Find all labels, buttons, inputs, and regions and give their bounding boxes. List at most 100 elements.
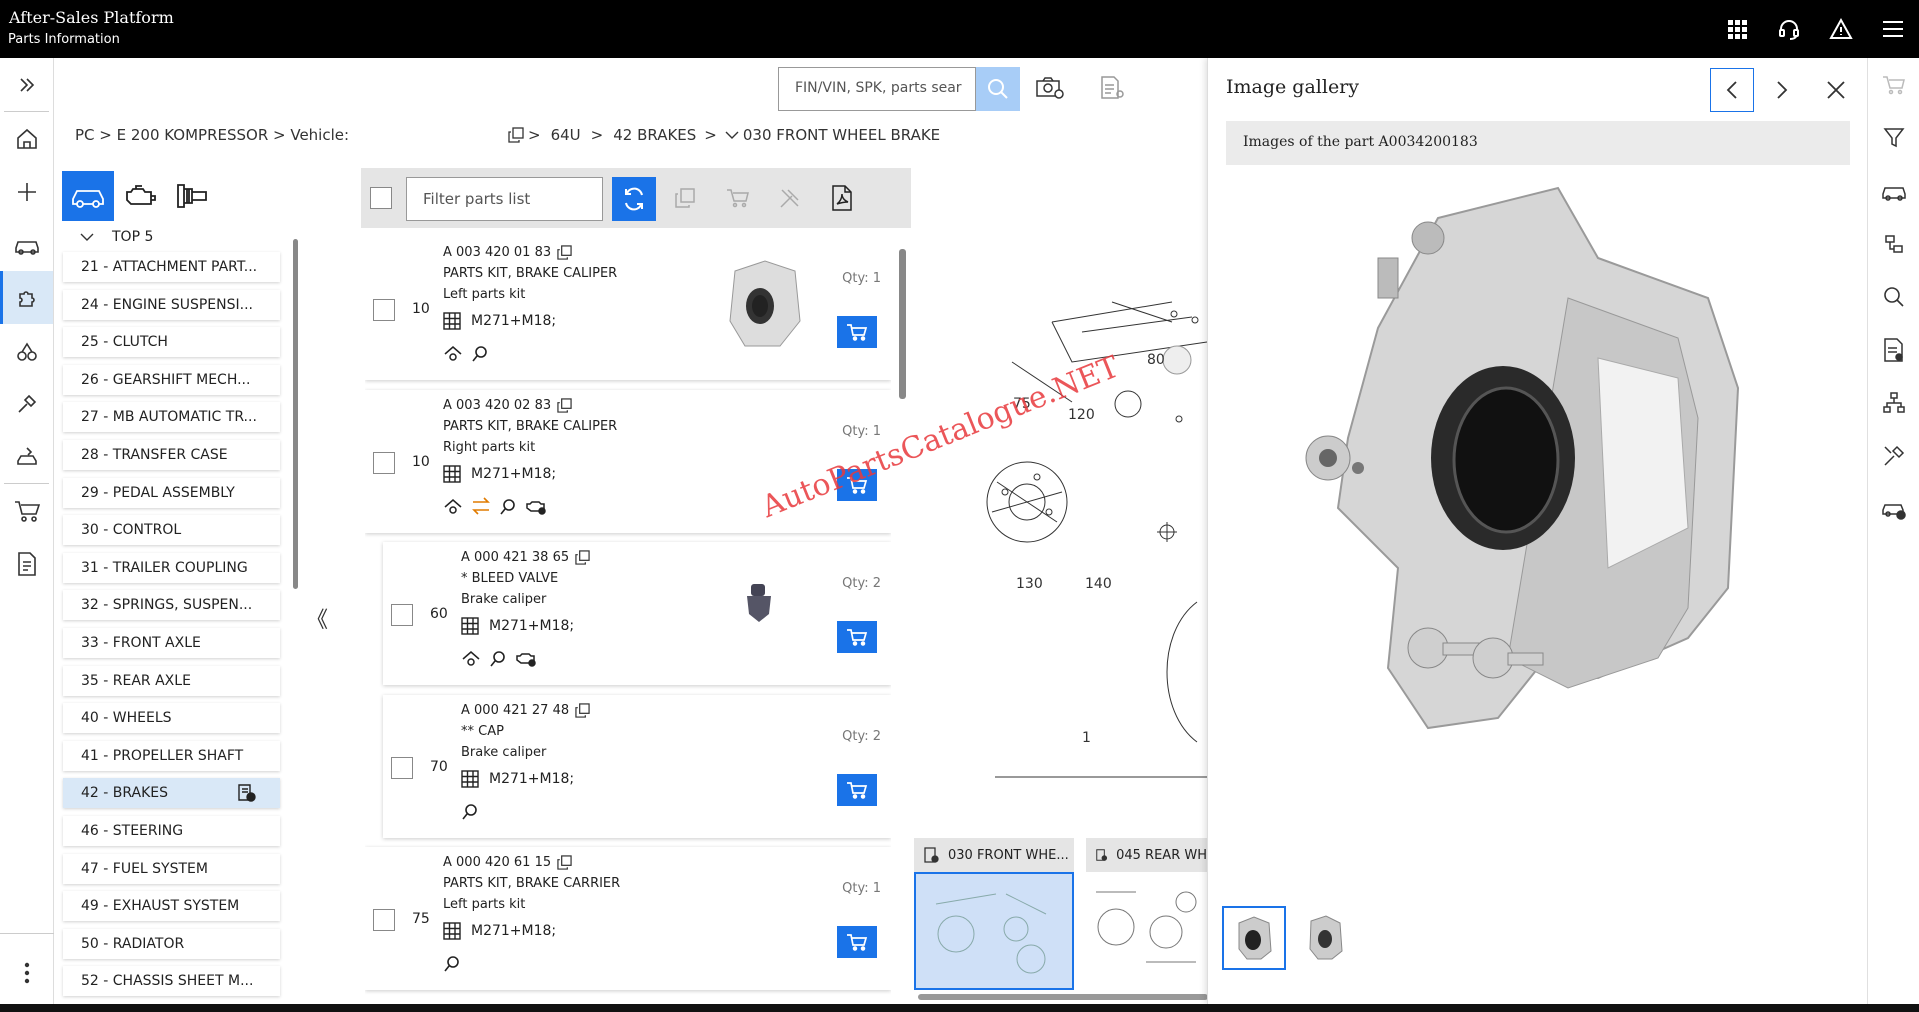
transmission-mode-icon[interactable] [166,171,218,221]
document-icon[interactable] [0,537,53,590]
diagram-callout[interactable]: 80 [1147,352,1165,368]
part-checkbox[interactable] [373,909,395,931]
vehicle-mode-icon[interactable] [62,171,114,221]
breadcrumb-group[interactable]: 42 BRAKES [613,126,696,144]
group-item[interactable]: 47 - FUEL SYSTEM [63,853,280,884]
diagram-callout[interactable]: 1 [1082,730,1091,746]
chevron-down-icon[interactable] [725,130,739,140]
copy-icon[interactable] [575,703,590,718]
document-view-icon[interactable] [238,784,256,803]
filter-parts-input[interactable]: Filter parts list [406,177,603,221]
add-to-cart-button[interactable] [837,316,877,348]
breadcrumb[interactable]: PC > E 200 KOMPRESSOR > Vehicle: [75,126,349,144]
group-item[interactable]: 52 - CHASSIS SHEET M... [63,966,280,997]
filter-icon[interactable] [1868,111,1919,164]
top-5-header[interactable]: TOP 5 [62,222,280,252]
brake-caliper-image[interactable] [1268,178,1788,778]
add-to-cart-button[interactable] [837,774,877,806]
group-item[interactable]: 42 - BRAKES [63,778,280,809]
group-item[interactable]: 33 - FRONT AXLE [63,627,280,658]
parts-detail-icon[interactable] [443,497,463,517]
gallery-thumbnail[interactable] [1292,906,1356,970]
copy-icon[interactable] [508,127,524,143]
tools-icon[interactable] [0,377,53,430]
previous-image-button[interactable] [1710,68,1754,112]
copy-icon[interactable] [557,855,572,870]
part-row[interactable]: 70 A 000 421 27 48 ** CAP Brake caliper … [383,695,891,838]
group-item[interactable]: 50 - RADIATOR [63,928,280,959]
swap-arrows-icon[interactable] [471,497,491,517]
engine-parts-icon[interactable] [0,324,53,377]
group-item[interactable]: 29 - PEDAL ASSEMBLY [63,477,280,508]
exploded-diagram[interactable]: 80 75 120 130 140 1 [912,232,1207,832]
home-icon[interactable] [0,112,53,165]
part-row[interactable]: 10 A 003 420 02 83 PARTS KIT, BRAKE CALI… [365,390,891,533]
part-row[interactable]: 60 A 000 421 38 65 * BLEED VALVE Brake c… [383,542,891,685]
group-item[interactable]: 26 - GEARSHIFT MECH... [63,364,280,395]
collapse-panel-icon[interactable]: 《 [306,602,328,634]
close-gallery-button[interactable] [1814,68,1858,112]
camera-search-icon[interactable] [1036,76,1064,100]
cart-disabled-icon[interactable] [726,188,750,208]
search-part-icon[interactable] [499,497,517,517]
parts-detail-icon[interactable] [443,344,463,364]
group-item[interactable]: 31 - TRAILER COUPLING [63,552,280,583]
part-row[interactable]: 75 A 000 420 61 15 PARTS KIT, BRAKE CARR… [365,847,891,990]
tab-rear-wheel-brake[interactable]: 045 REAR WH [1086,838,1207,872]
copy-icon[interactable] [557,398,572,413]
add-icon[interactable] [0,165,53,218]
diagram-callout[interactable]: 120 [1068,407,1095,423]
part-thumbnail[interactable] [741,582,777,626]
pdf-icon[interactable] [831,185,853,211]
document-search-icon[interactable] [1100,76,1126,100]
copy-disabled-icon[interactable] [674,187,696,209]
wis-document-icon[interactable] [1868,323,1919,376]
part-thumbnail[interactable] [715,251,815,361]
add-to-cart-button[interactable] [837,926,877,958]
engine-info-icon[interactable] [525,497,547,517]
search-part-icon[interactable] [443,954,461,972]
cart-icon[interactable] [0,484,53,537]
breadcrumb-tail[interactable]: >64U >42 BRAKES > 030 FRONT WHEEL BRAKE [508,126,940,144]
part-checkbox[interactable] [391,757,413,779]
group-item[interactable]: 27 - MB AUTOMATIC TR... [63,402,280,433]
engine-mode-icon[interactable] [114,171,166,221]
diagram-thumbnail-rear[interactable] [1086,872,1207,990]
search-button[interactable] [976,67,1020,111]
vehicle-settings-icon[interactable] [1868,482,1919,535]
select-all-checkbox[interactable] [370,187,392,209]
group-item[interactable]: 46 - STEERING [63,815,280,846]
wrench-vehicle-icon[interactable] [0,430,53,483]
add-to-cart-button[interactable] [837,621,877,653]
group-item[interactable]: 32 - SPRINGS, SUSPEN... [63,590,280,621]
group-item[interactable]: 24 - ENGINE SUSPENSI... [63,289,280,320]
apps-grid-icon[interactable] [1711,19,1763,39]
group-item[interactable]: 21 - ATTACHMENT PART... [63,252,280,282]
tab-front-wheel-brake[interactable]: 030 FRONT WHE... [914,838,1074,872]
search-icon[interactable] [1868,270,1919,323]
parts-detail-icon[interactable] [461,649,481,669]
repair-tools-icon[interactable] [1868,429,1919,482]
refresh-button[interactable] [612,177,656,221]
vehicle-icon[interactable] [0,218,53,271]
copy-icon[interactable] [557,245,572,260]
search-part-icon[interactable] [489,649,507,669]
parts-puzzle-icon[interactable] [0,271,53,324]
search-part-icon[interactable] [461,802,479,820]
pin-disabled-icon[interactable] [778,186,802,210]
expand-nav-icon[interactable] [0,58,53,111]
gallery-thumbnail[interactable] [1222,906,1286,970]
horizontal-scrollbar[interactable] [918,994,1208,1000]
hierarchy-icon[interactable] [1868,376,1919,429]
warning-icon[interactable] [1815,17,1867,41]
breadcrumb-subgroup[interactable]: 030 FRONT WHEEL BRAKE [743,126,940,144]
copy-icon[interactable] [575,550,590,565]
search-part-icon[interactable] [471,344,489,364]
part-checkbox[interactable] [373,299,395,321]
parts-list-scrollbar[interactable] [898,235,907,1005]
menu-icon[interactable] [1867,19,1919,39]
group-item[interactable]: 41 - PROPELLER SHAFT [63,740,280,771]
search-input[interactable]: FIN/VIN, SPK, parts sear [778,67,976,111]
group-item[interactable]: 28 - TRANSFER CASE [63,439,280,470]
cart-disabled-icon[interactable] [1868,58,1919,111]
